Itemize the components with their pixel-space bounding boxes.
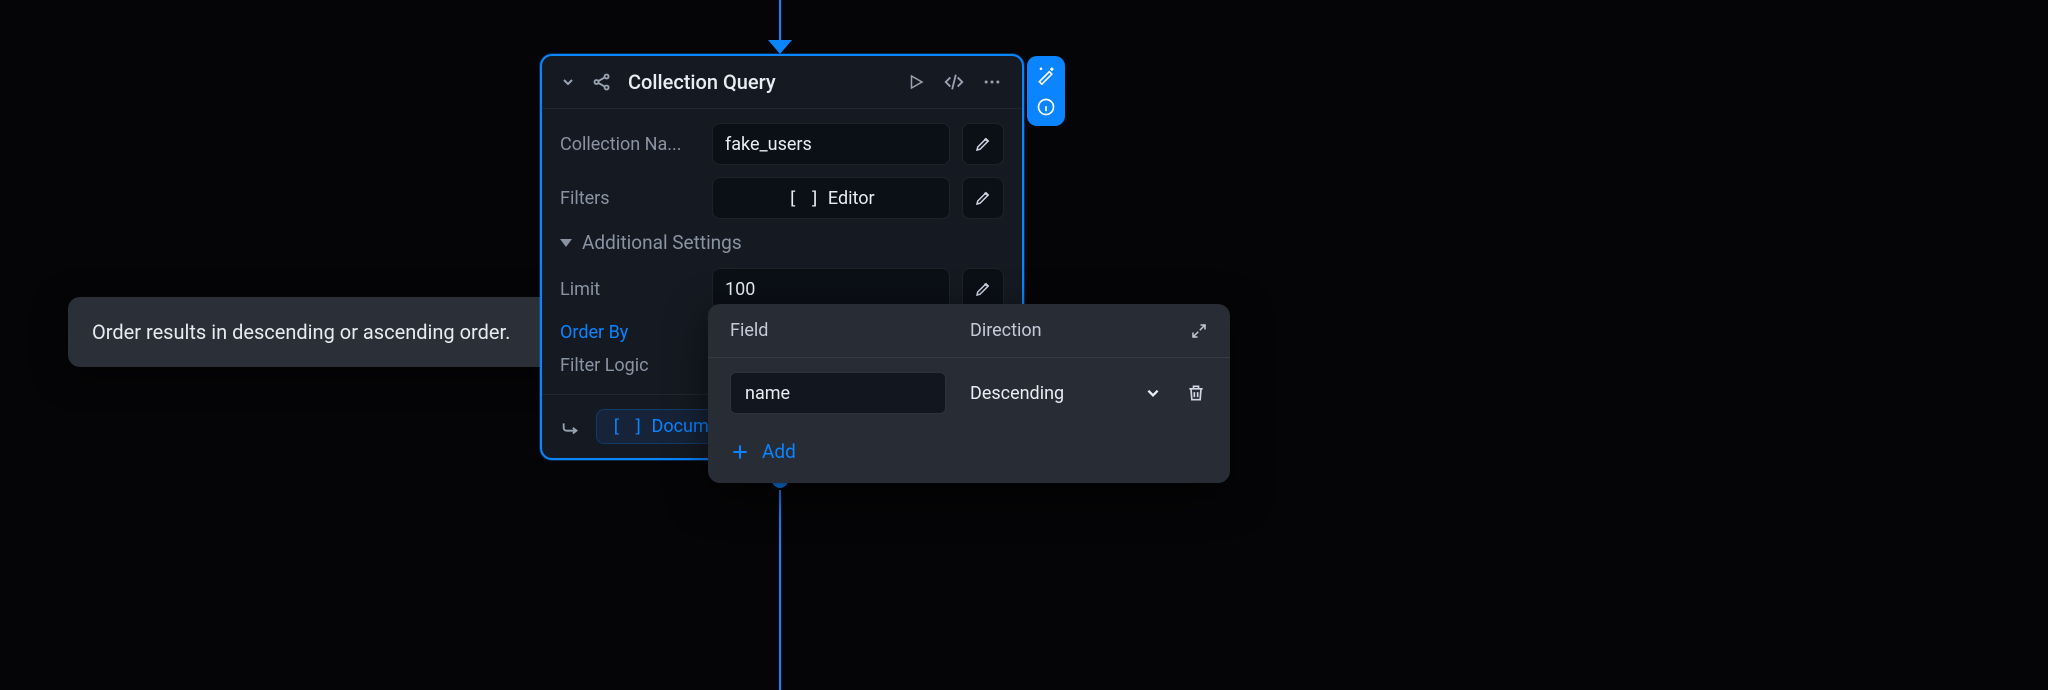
node-type-icon — [590, 70, 614, 94]
order-by-popover: Field Direction name Descending Add — [708, 304, 1230, 483]
row-collection-name: Collection Na... fake_users — [560, 123, 1004, 165]
header-direction: Direction — [970, 320, 1170, 341]
additional-settings-toggle[interactable]: Additional Settings — [560, 231, 1004, 254]
node-title: Collection Query — [628, 70, 890, 94]
popover-header: Field Direction — [708, 304, 1230, 358]
edit-filters-button[interactable] — [962, 177, 1004, 219]
brackets-icon: [ ] — [787, 188, 820, 209]
label-limit: Limit — [560, 279, 700, 300]
edge-incoming-arrow — [768, 40, 792, 54]
chevron-down-icon — [1146, 386, 1160, 400]
header-field: Field — [730, 320, 950, 341]
triangle-down-icon — [560, 239, 572, 247]
order-field-input[interactable]: name — [730, 372, 946, 414]
label-filters: Filters — [560, 188, 700, 209]
row-filters: Filters [ ] Editor — [560, 177, 1004, 219]
edge-outgoing — [779, 480, 781, 690]
filters-editor-button[interactable]: [ ] Editor — [712, 177, 950, 219]
tooltip-text: Order results in descending or ascending… — [92, 320, 510, 344]
code-icon[interactable] — [942, 70, 966, 94]
input-collection-name[interactable]: fake_users — [712, 123, 950, 165]
label-collection-name: Collection Na... — [560, 134, 700, 155]
node-side-actions — [1027, 56, 1065, 126]
delete-row-button[interactable] — [1184, 381, 1208, 405]
collapse-caret-icon[interactable] — [560, 74, 576, 90]
edit-collection-name-button[interactable] — [962, 123, 1004, 165]
order-by-row: name Descending — [708, 358, 1230, 428]
label-filter-logic: Filter Logic — [560, 355, 700, 376]
expand-icon[interactable] — [1190, 322, 1208, 340]
node-header: Collection Query — [542, 56, 1022, 109]
brackets-icon: [ ] — [611, 416, 644, 437]
plus-icon — [730, 442, 750, 462]
magic-wand-icon[interactable] — [1033, 62, 1059, 88]
output-arrow-icon — [560, 416, 582, 438]
run-button[interactable] — [904, 70, 928, 94]
order-direction-select[interactable]: Descending — [962, 373, 1168, 413]
info-icon[interactable] — [1033, 94, 1059, 120]
add-order-row-button[interactable]: Add — [708, 428, 1230, 483]
label-order-by[interactable]: Order By — [560, 322, 700, 343]
more-icon[interactable] — [980, 70, 1004, 94]
orderby-help-tooltip: Order results in descending or ascending… — [68, 297, 568, 367]
